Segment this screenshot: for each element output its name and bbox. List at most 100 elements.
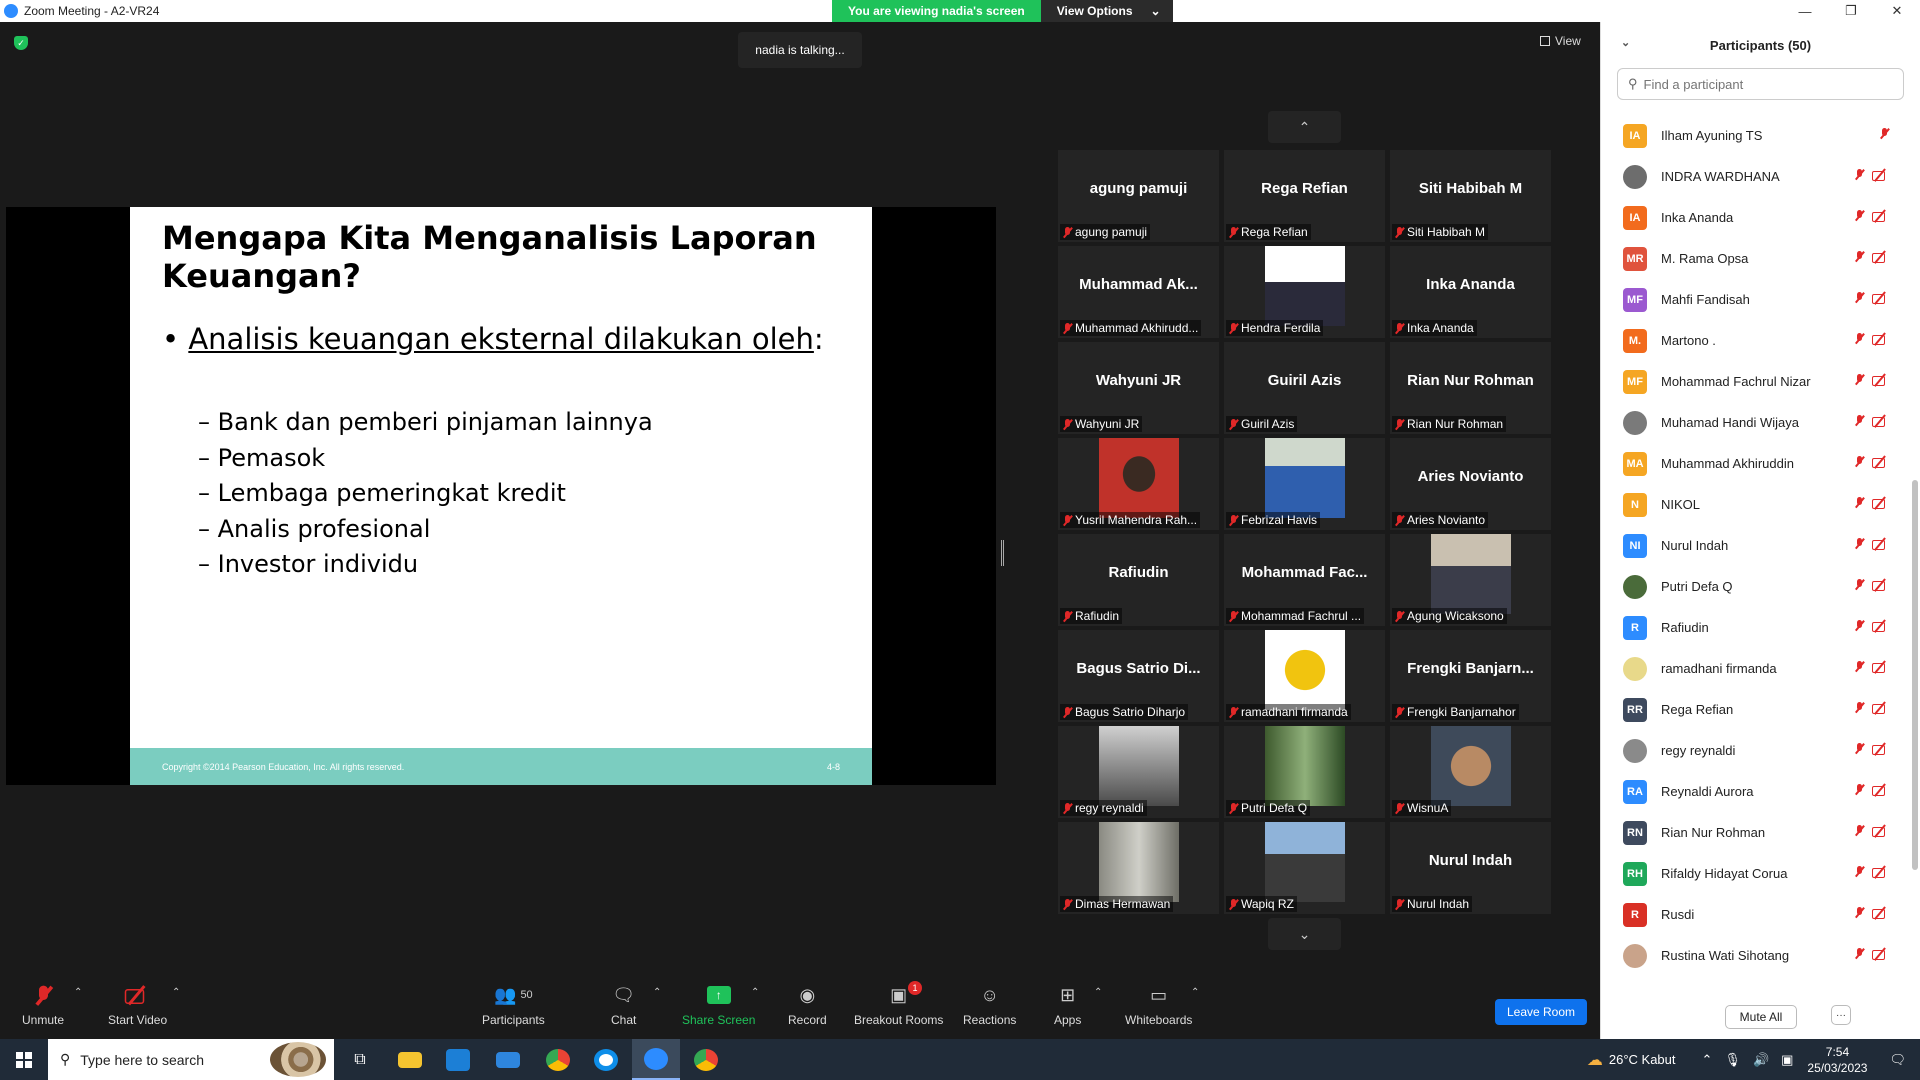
video-tile[interactable]: Nurul Indah Nurul Indah: [1390, 822, 1551, 914]
view-layout-button[interactable]: View: [1540, 34, 1581, 48]
participant-row[interactable]: Muhamad Handi Wijaya: [1601, 402, 1911, 443]
video-tile[interactable]: Bagus Satrio Di... Bagus Satrio Diharjo: [1058, 630, 1219, 722]
audio-options-caret[interactable]: ⌃: [74, 987, 82, 998]
video-tile[interactable]: Inka Ananda Inka Ananda: [1390, 246, 1551, 338]
record-button[interactable]: ◉ Record: [788, 983, 827, 1028]
close-button[interactable]: ✕: [1874, 0, 1920, 22]
leave-room-button[interactable]: Leave Room: [1495, 999, 1587, 1025]
video-tile[interactable]: ramadhani firmanda: [1224, 630, 1385, 722]
reactions-button[interactable]: ☺ Reactions: [963, 983, 1016, 1028]
video-tile[interactable]: Frengki Banjarn... Frengki Banjarnahor: [1390, 630, 1551, 722]
video-tile[interactable]: Wahyuni JR Wahyuni JR: [1058, 342, 1219, 434]
hidden-icons-chevron-icon[interactable]: ⌃: [1702, 1052, 1713, 1068]
participant-row[interactable]: RR Rega Refian: [1601, 689, 1911, 730]
video-tile[interactable]: agung pamuji agung pamuji: [1058, 150, 1219, 242]
apps-options-caret[interactable]: ⌃: [1094, 987, 1102, 998]
participant-row[interactable]: MA Muhammad Akhiruddin: [1601, 443, 1911, 484]
breakout-rooms-button[interactable]: ▣ Breakout Rooms: [854, 983, 943, 1028]
video-options-caret[interactable]: ⌃: [172, 987, 180, 998]
microsoft-store-button[interactable]: [434, 1039, 482, 1080]
task-view-button[interactable]: ⧉: [336, 1039, 384, 1080]
video-tile[interactable]: Putri Defa Q: [1224, 726, 1385, 818]
participant-row[interactable]: IA Inka Ananda: [1601, 197, 1911, 238]
participant-row[interactable]: Rustina Wati Sihotang: [1601, 935, 1911, 976]
participant-row[interactable]: RH Rifaldy Hidayat Corua: [1601, 853, 1911, 894]
taskbar-clock[interactable]: 7:54 25/03/2023: [1807, 1044, 1867, 1076]
apps-button[interactable]: ⊞ Apps: [1054, 983, 1081, 1028]
minimize-button[interactable]: —: [1782, 0, 1828, 22]
video-tile[interactable]: Yusril Mahendra Rah...: [1058, 438, 1219, 530]
more-options-button[interactable]: ···: [1831, 1005, 1851, 1025]
video-tile[interactable]: Agung Wicaksono: [1390, 534, 1551, 626]
gallery-next-page-button[interactable]: ⌄: [1268, 918, 1341, 950]
video-tile[interactable]: Rian Nur Rohman Rian Nur Rohman: [1390, 342, 1551, 434]
taskbar-search-box[interactable]: ⚲ Type here to search: [48, 1039, 334, 1080]
encryption-shield-icon[interactable]: ✓: [14, 36, 28, 50]
participant-row[interactable]: regy reynaldi: [1601, 730, 1911, 771]
tile-name-text: Putri Defa Q: [1241, 801, 1308, 815]
splitter-handle[interactable]: [1001, 540, 1004, 566]
tile-display-name: Guiril Azis: [1267, 372, 1342, 389]
video-tile[interactable]: Dimas Hermawan: [1058, 822, 1219, 914]
video-tile[interactable]: Hendra Ferdila: [1224, 246, 1385, 338]
video-tile[interactable]: Siti Habibah M Siti Habibah M: [1390, 150, 1551, 242]
teamviewer-button[interactable]: [582, 1039, 630, 1080]
file-explorer-button[interactable]: [386, 1039, 434, 1080]
chrome-button[interactable]: [534, 1039, 582, 1080]
participant-row[interactable]: R Rusdi: [1601, 894, 1911, 935]
participant-row[interactable]: MF Mahfi Fandisah: [1601, 279, 1911, 320]
participant-row[interactable]: INDRA WARDHANA: [1601, 156, 1911, 197]
participant-row[interactable]: NI Nurul Indah: [1601, 525, 1911, 566]
scrollbar-thumb[interactable]: [1912, 480, 1918, 870]
speaker-icon[interactable]: 🔊: [1753, 1052, 1769, 1068]
mute-all-button[interactable]: Mute All: [1725, 1005, 1797, 1029]
chat-options-caret[interactable]: ⌃: [653, 987, 661, 998]
participant-row[interactable]: MF Mohammad Fachrul Nizar: [1601, 361, 1911, 402]
gallery-prev-page-button[interactable]: ⌃: [1268, 111, 1341, 143]
participant-row[interactable]: Putri Defa Q: [1601, 566, 1911, 607]
participant-row[interactable]: MR M. Rama Opsa: [1601, 238, 1911, 279]
weather-text[interactable]: 26°C Kabut: [1609, 1052, 1676, 1067]
share-options-caret[interactable]: ⌃: [751, 987, 759, 998]
collapse-panel-chevron-icon[interactable]: ⌄: [1621, 36, 1630, 49]
participant-search-input[interactable]: [1643, 76, 1884, 92]
share-screen-button[interactable]: ↑ Share Screen: [682, 983, 755, 1027]
video-tile[interactable]: Rafiudin Rafiudin: [1058, 534, 1219, 626]
notifications-icon[interactable]: 🗨: [1889, 1052, 1906, 1068]
weather-icon[interactable]: ☁: [1587, 1050, 1603, 1070]
video-tile[interactable]: Muhammad Ak... Muhammad Akhirudd...: [1058, 246, 1219, 338]
mail-button[interactable]: [484, 1039, 532, 1080]
whiteboards-button[interactable]: ▭ Whiteboards: [1125, 983, 1192, 1028]
video-tile[interactable]: Febrizal Havis: [1224, 438, 1385, 530]
chat-button[interactable]: 🗨 Chat: [611, 983, 636, 1028]
restore-button[interactable]: ❐: [1828, 0, 1874, 22]
network-icon[interactable]: ▣: [1781, 1052, 1793, 1068]
video-tile[interactable]: Rega Refian Rega Refian: [1224, 150, 1385, 242]
start-button[interactable]: [0, 1039, 48, 1080]
whiteboards-options-caret[interactable]: ⌃: [1191, 987, 1199, 998]
participant-row[interactable]: IA Ilham Ayuning TS: [1601, 115, 1911, 156]
participant-status-icons: [1855, 415, 1889, 427]
participant-row[interactable]: R Rafiudin: [1601, 607, 1911, 648]
chrome-profile-button[interactable]: [682, 1039, 730, 1080]
video-tile[interactable]: Aries Novianto Aries Novianto: [1390, 438, 1551, 530]
video-tile[interactable]: regy reynaldi: [1058, 726, 1219, 818]
video-tile[interactable]: Guiril Azis Guiril Azis: [1224, 342, 1385, 434]
tile-name-text: Siti Habibah M: [1407, 225, 1486, 239]
participant-search-box[interactable]: ⚲: [1617, 68, 1904, 100]
microphone-tray-icon[interactable]: 🎙: [1724, 1052, 1741, 1068]
participant-row[interactable]: ramadhani firmanda: [1601, 648, 1911, 689]
start-video-button[interactable]: Start Video: [108, 983, 167, 1027]
participants-button[interactable]: 👥 50 Participants: [482, 983, 545, 1028]
unmute-button[interactable]: Unmute: [22, 983, 64, 1027]
participant-row[interactable]: M. Martono .: [1601, 320, 1911, 361]
view-options-button[interactable]: View Options ⌄: [1040, 0, 1173, 22]
video-tile[interactable]: Wapiq RZ: [1224, 822, 1385, 914]
participant-row[interactable]: RN Rian Nur Rohman: [1601, 812, 1911, 853]
zoom-taskbar-button[interactable]: [632, 1039, 680, 1080]
participant-row[interactable]: N NIKOL: [1601, 484, 1911, 525]
participants-scrollbar[interactable]: [1911, 115, 1919, 995]
participant-row[interactable]: RA Reynaldi Aurora: [1601, 771, 1911, 812]
video-tile[interactable]: Mohammad Fac... Mohammad Fachrul ...: [1224, 534, 1385, 626]
video-tile[interactable]: WisnuA: [1390, 726, 1551, 818]
